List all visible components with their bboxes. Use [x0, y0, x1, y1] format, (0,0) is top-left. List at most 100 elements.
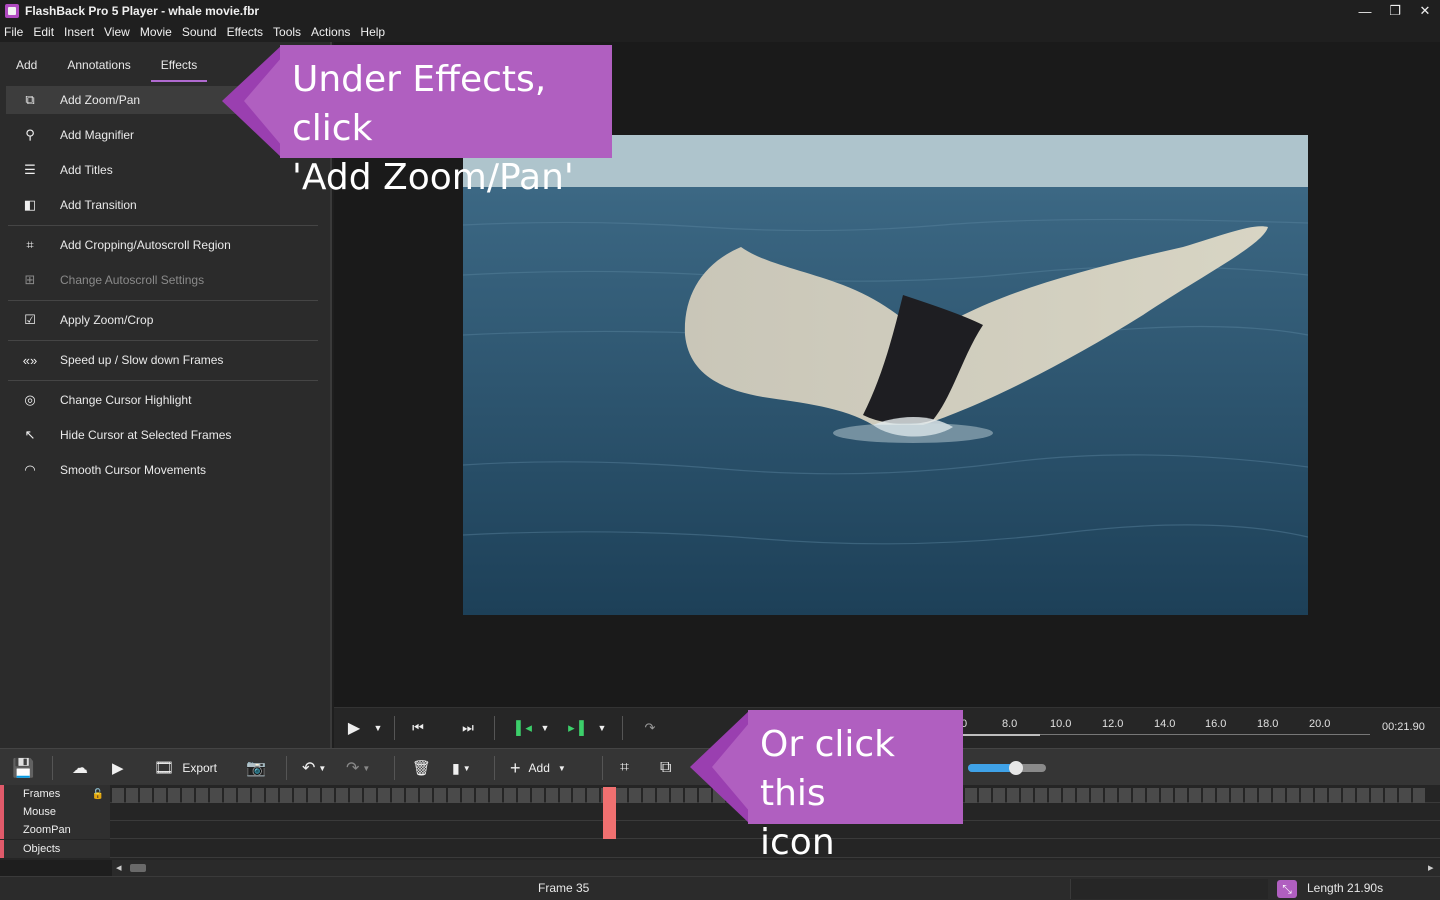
zoom-slider-handle[interactable] — [1009, 761, 1023, 775]
frame-cell[interactable] — [153, 788, 166, 803]
frame-cell[interactable] — [1174, 788, 1187, 803]
mark-in-chevron-down-icon[interactable]: ▼ — [539, 718, 551, 738]
frame-cell[interactable] — [279, 788, 292, 803]
frame-cell[interactable] — [1244, 788, 1257, 803]
frame-cell[interactable] — [1272, 788, 1285, 803]
frame-cell[interactable] — [349, 788, 362, 803]
skip-end-icon[interactable]: ⏭ — [458, 718, 478, 738]
menu-sound[interactable]: Sound — [182, 25, 217, 39]
save-icon[interactable]: 💾 — [12, 757, 34, 779]
mark-out-chevron-down-icon[interactable]: ▼ — [596, 718, 608, 738]
frame-cell[interactable] — [209, 788, 222, 803]
effect-hide-cursor[interactable]: ↖ Hide Cursor at Selected Frames — [6, 421, 318, 449]
tab-add[interactable]: Add — [6, 58, 47, 82]
frame-cell[interactable] — [1370, 788, 1383, 803]
tab-annotations[interactable]: Annotations — [57, 58, 140, 82]
export-button[interactable]: 🎞 Export — [154, 757, 217, 779]
redo-arc-icon[interactable]: ↷ — [638, 718, 662, 738]
frame-cell[interactable] — [167, 788, 180, 803]
frame-cell[interactable] — [1314, 788, 1327, 803]
frame-cell[interactable] — [475, 788, 488, 803]
frame-cell[interactable] — [1076, 788, 1089, 803]
add-button[interactable]: + Add ▼ — [510, 757, 566, 779]
delete-icon[interactable]: 🗑 — [412, 757, 434, 779]
frame-cell[interactable] — [573, 788, 586, 803]
frame-cell[interactable] — [391, 788, 404, 803]
mark-in-icon[interactable]: ▌◂ — [514, 718, 534, 738]
lock-icon[interactable]: 🔓 — [92, 789, 104, 800]
frame-cell[interactable] — [1202, 788, 1215, 803]
frame-cell[interactable] — [461, 788, 474, 803]
menu-insert[interactable]: Insert — [64, 25, 94, 39]
frame-cell[interactable] — [1300, 788, 1313, 803]
play-icon[interactable]: ▶ — [344, 718, 364, 738]
upload-cloud-icon[interactable]: ☁ — [72, 757, 94, 779]
undo-icon[interactable]: ↶ ▼ — [302, 757, 326, 779]
effect-cursor-highlight[interactable]: ◎ Change Cursor Highlight — [6, 386, 318, 414]
menu-actions[interactable]: Actions — [311, 25, 350, 39]
frame-cell[interactable] — [251, 788, 264, 803]
effect-smooth-cursor[interactable]: ◠ Smooth Cursor Movements — [6, 456, 318, 484]
frame-cell[interactable] — [1062, 788, 1075, 803]
frame-cell[interactable] — [1230, 788, 1243, 803]
frame-cell[interactable] — [139, 788, 152, 803]
frame-cell[interactable] — [1118, 788, 1131, 803]
minimize-button[interactable]: — — [1350, 0, 1380, 22]
mark-out-icon[interactable]: ▸▐ — [566, 718, 586, 738]
frame-cell[interactable] — [1132, 788, 1145, 803]
zoompan-icon[interactable]: ⧉ — [660, 757, 682, 779]
frame-cell[interactable] — [1342, 788, 1355, 803]
frame-cell[interactable] — [1048, 788, 1061, 803]
frame-cell[interactable] — [125, 788, 138, 803]
menu-effects[interactable]: Effects — [227, 25, 263, 39]
frame-cell[interactable] — [1034, 788, 1047, 803]
menu-movie[interactable]: Movie — [140, 25, 172, 39]
frame-cell[interactable] — [1020, 788, 1033, 803]
frame-cell[interactable] — [237, 788, 250, 803]
menu-tools[interactable]: Tools — [273, 25, 301, 39]
frame-cell[interactable] — [1258, 788, 1271, 803]
frame-cell[interactable] — [629, 788, 642, 803]
menu-edit[interactable]: Edit — [33, 25, 54, 39]
effect-apply-zoom-crop[interactable]: ☑ Apply Zoom/Crop — [6, 306, 318, 334]
frame-cell[interactable] — [1090, 788, 1103, 803]
frame-cell[interactable] — [979, 788, 992, 803]
frame-cell[interactable] — [433, 788, 446, 803]
frame-cell[interactable] — [447, 788, 460, 803]
frame-cell[interactable] — [657, 788, 670, 803]
frame-cell[interactable] — [1007, 788, 1019, 803]
frame-cell[interactable] — [545, 788, 558, 803]
scroll-right-icon[interactable]: ▸ — [1428, 861, 1434, 874]
frame-cell[interactable] — [181, 788, 194, 803]
skip-start-icon[interactable]: ⏮ — [408, 718, 428, 738]
frame-cell[interactable] — [1216, 788, 1229, 803]
menu-file[interactable]: File — [4, 25, 23, 39]
frame-cell[interactable] — [531, 788, 544, 803]
effect-speed-frames[interactable]: «» Speed up / Slow down Frames — [6, 346, 318, 374]
frame-cell[interactable] — [1356, 788, 1369, 803]
frame-cell[interactable] — [377, 788, 390, 803]
redo-icon[interactable]: ↷ ▼ — [346, 757, 370, 779]
frame-cell[interactable] — [559, 788, 572, 803]
frame-cell[interactable] — [965, 788, 978, 803]
frame-cell[interactable] — [1412, 788, 1425, 803]
frame-cell[interactable] — [112, 788, 124, 803]
play-options-chevron-down-icon[interactable]: ▼ — [372, 718, 384, 738]
frame-cell[interactable] — [587, 788, 600, 803]
frame-cell[interactable] — [265, 788, 278, 803]
effect-add-transition[interactable]: ◧ Add Transition — [6, 191, 318, 219]
frame-cell[interactable] — [489, 788, 502, 803]
frame-cell[interactable] — [1160, 788, 1173, 803]
camera-icon[interactable]: 📷 — [246, 757, 268, 779]
menu-help[interactable]: Help — [360, 25, 385, 39]
frame-cell[interactable] — [335, 788, 348, 803]
frame-cell[interactable] — [223, 788, 236, 803]
frame-cell[interactable] — [1384, 788, 1397, 803]
frame-cell[interactable] — [517, 788, 530, 803]
frame-cell[interactable] — [419, 788, 432, 803]
current-frame-marker[interactable] — [603, 787, 616, 839]
frame-cell[interactable] — [1398, 788, 1411, 803]
tab-effects[interactable]: Effects — [150, 58, 208, 82]
frame-cell[interactable] — [1328, 788, 1341, 803]
frame-cell[interactable] — [1104, 788, 1117, 803]
